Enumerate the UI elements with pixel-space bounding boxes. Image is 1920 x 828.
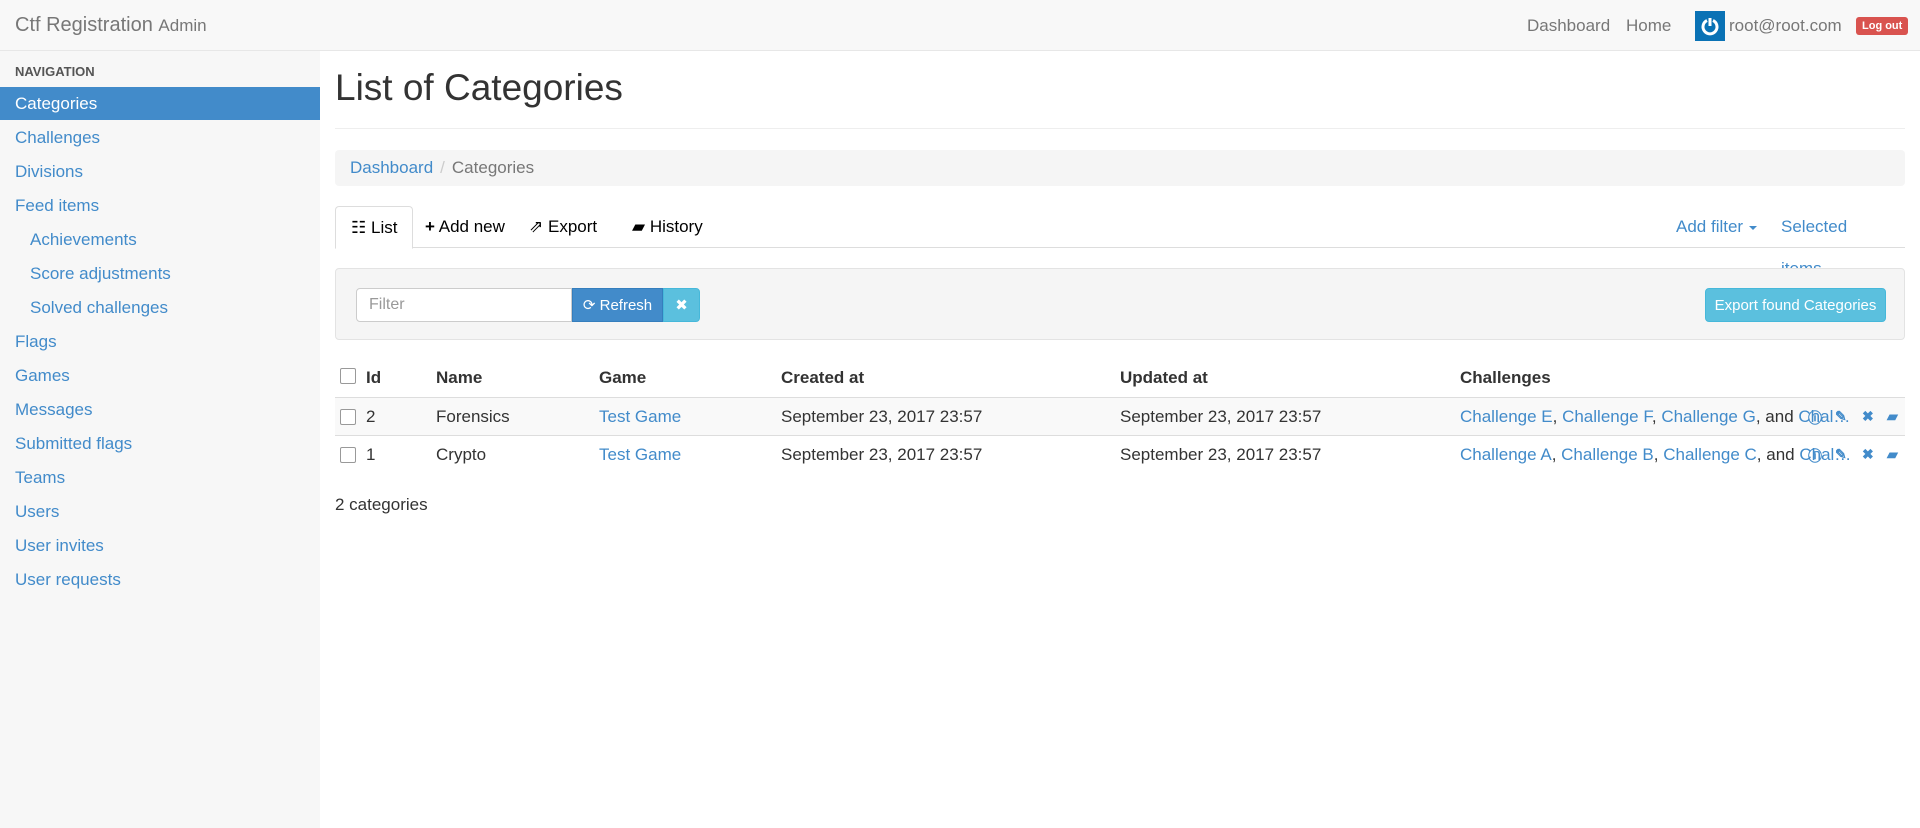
sidebar-item-solved-challenges[interactable]: Solved challenges	[0, 291, 320, 324]
sidebar-item-score-adjustments[interactable]: Score adjustments	[0, 257, 320, 290]
avatar-icon	[1695, 10, 1725, 41]
filter-panel: Filter ⟳ Refresh ✖ Export found Categori…	[335, 268, 1905, 340]
sidebar-item-challenges[interactable]: Challenges	[0, 121, 320, 154]
nav-home[interactable]: Home	[1626, 0, 1671, 51]
tab-list-label: List	[370, 218, 398, 237]
clear-filter-button[interactable]: ✖	[663, 288, 700, 322]
challenge-link[interactable]: Challenge C	[1663, 445, 1757, 464]
nav-dashboard[interactable]: Dashboard	[1527, 0, 1610, 51]
tab-history-label: History	[649, 217, 703, 236]
breadcrumb: Dashboard / Categories	[335, 150, 1905, 186]
cell-game-link[interactable]: Test Game	[599, 445, 681, 465]
cell-name: Forensics	[436, 407, 510, 426]
delete-icon[interactable]: ✖	[1862, 408, 1874, 425]
sidebar: NAVIGATION Categories Challenges Divisio…	[0, 51, 320, 828]
cell-challenges: Challenge A, Challenge B, Challenge C, a…	[1460, 445, 1852, 464]
plus-icon: +	[425, 217, 435, 236]
sidebar-item-flags[interactable]: Flags	[0, 325, 320, 358]
sidebar-item-games[interactable]: Games	[0, 359, 320, 392]
sidebar-item-categories[interactable]: Categories	[0, 87, 320, 120]
cell-updated-at: September 23, 2017 23:57	[1120, 407, 1322, 426]
challenge-link[interactable]: Challenge E	[1460, 407, 1553, 426]
result-count: 2 categories	[335, 495, 428, 514]
sidebar-item-users[interactable]: Users	[0, 495, 320, 528]
book-icon[interactable]: ▰	[1887, 408, 1898, 425]
edit-icon[interactable]: ✎	[1835, 408, 1847, 425]
row-checkbox[interactable]	[340, 447, 356, 463]
divider	[335, 128, 1905, 129]
refresh-label: Refresh	[599, 297, 653, 314]
challenge-link[interactable]: Challenge B	[1561, 445, 1654, 464]
cell-id: 2	[366, 407, 376, 426]
page-title: List of Categories	[335, 67, 623, 108]
challenge-link[interactable]: Challenge G	[1661, 407, 1756, 426]
header-name[interactable]: Name	[436, 368, 482, 388]
header-updated-at[interactable]: Updated at	[1120, 368, 1208, 388]
sidebar-item-submitted-flags[interactable]: Submitted flags	[0, 427, 320, 460]
tabs: ☷ List + Add new ⇗ Export ▰ History Add …	[335, 206, 1905, 278]
sidebar-item-achievements[interactable]: Achievements	[0, 223, 320, 256]
delete-icon[interactable]: ✖	[1862, 446, 1874, 463]
cell-challenges: Challenge E, Challenge F, Challenge G, a…	[1460, 407, 1851, 426]
table-row: 1 Crypto Test Game September 23, 2017 23…	[335, 436, 1905, 474]
sidebar-item-messages[interactable]: Messages	[0, 393, 320, 426]
filter-input[interactable]: Filter	[356, 288, 572, 322]
refresh-icon: ⟳	[582, 297, 596, 314]
refresh-button[interactable]: ⟳ Refresh	[572, 288, 663, 322]
tab-export-label: Export	[547, 217, 598, 236]
brand-link[interactable]: Ctf Registration Admin	[15, 14, 207, 37]
header-challenges: Challenges	[1460, 368, 1551, 387]
table-row: 2 Forensics Test Game September 23, 2017…	[335, 398, 1905, 436]
cell-created-at: September 23, 2017 23:57	[781, 407, 983, 426]
tab-add-new[interactable]: + Add new	[410, 206, 520, 248]
logout-button[interactable]: Log out	[1856, 16, 1909, 35]
header-id[interactable]: Id	[366, 368, 381, 388]
add-filter-label: Add filter	[1676, 217, 1744, 236]
cell-id: 1	[366, 445, 376, 464]
header-game[interactable]: Game	[599, 368, 646, 388]
sidebar-item-user-requests[interactable]: User requests	[0, 563, 320, 596]
challenge-link[interactable]: Challenge A	[1460, 445, 1552, 464]
edit-icon[interactable]: ✎	[1835, 446, 1847, 463]
user-email: root@root.com	[1729, 15, 1842, 35]
table-header: Id Name Game Created at Updated at Chall…	[335, 362, 1905, 398]
and-text: and	[1766, 445, 1795, 464]
share-icon: ⇗	[529, 217, 544, 236]
tab-add-label: Add new	[438, 217, 505, 236]
user-menu[interactable]: root@root.com	[1695, 0, 1842, 51]
cell-game-link[interactable]: Test Game	[599, 407, 681, 427]
sidebar-item-feed-items[interactable]: Feed items	[0, 189, 320, 222]
brand-name: Ctf Registration	[15, 14, 153, 36]
breadcrumb-dashboard[interactable]: Dashboard	[350, 158, 433, 177]
sidebar-item-user-invites[interactable]: User invites	[0, 529, 320, 562]
cell-updated-at: September 23, 2017 23:57	[1120, 445, 1322, 464]
info-icon[interactable]: ⓘ	[1808, 446, 1822, 466]
breadcrumb-current: Categories	[451, 158, 535, 177]
tab-history[interactable]: ▰ History	[617, 206, 718, 248]
cell-created-at: September 23, 2017 23:57	[781, 445, 983, 464]
header-created-at[interactable]: Created at	[781, 368, 864, 388]
book-icon[interactable]: ▰	[1887, 446, 1898, 463]
navbar: Ctf Registration Admin Dashboard Home ro…	[0, 0, 1920, 51]
tab-list[interactable]: ☷ List	[335, 206, 414, 249]
select-all-checkbox[interactable]	[340, 368, 356, 384]
export-found-button[interactable]: Export found Categories	[1705, 288, 1886, 322]
selected-items-dropdown[interactable]: Selected items	[1766, 206, 1905, 278]
caret-down-icon	[1749, 225, 1758, 230]
logout-wrap: Log out	[1856, 0, 1909, 51]
book-icon: ▰	[632, 217, 646, 236]
tab-export[interactable]: ⇗ Export	[514, 206, 612, 248]
add-filter-dropdown[interactable]: Add filter	[1661, 206, 1772, 248]
row-checkbox[interactable]	[340, 409, 356, 425]
info-icon[interactable]: ⓘ	[1808, 408, 1822, 428]
breadcrumb-separator: /	[440, 158, 445, 177]
cell-name: Crypto	[436, 445, 487, 464]
nav-header: NAVIGATION	[15, 64, 95, 79]
sidebar-item-teams[interactable]: Teams	[0, 461, 320, 494]
sidebar-item-divisions[interactable]: Divisions	[0, 155, 320, 188]
challenge-link[interactable]: Challenge F	[1562, 407, 1652, 426]
and-text: and	[1765, 407, 1794, 426]
list-icon: ☷	[351, 218, 367, 237]
brand-suffix: Admin	[158, 16, 207, 35]
